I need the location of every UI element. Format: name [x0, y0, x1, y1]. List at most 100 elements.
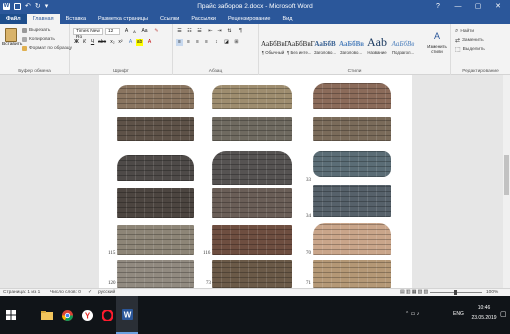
bullets-icon[interactable]: ☰ — [176, 28, 183, 35]
paste-button[interactable]: Вставить — [2, 28, 22, 47]
sort-icon[interactable]: ⇅ — [226, 28, 233, 35]
fence-image — [117, 225, 194, 255]
style-heading-2-name: Заголово... — [340, 50, 362, 55]
superscript-icon[interactable]: x² — [117, 39, 124, 46]
style-normal-name: ¶ Обычный — [261, 50, 285, 55]
item-number: 73 — [206, 281, 211, 286]
vertical-scrollbar[interactable] — [503, 75, 510, 288]
subscript-icon[interactable]: x₂ — [109, 39, 116, 46]
highlight-icon[interactable]: ab — [136, 39, 143, 46]
clear-format-icon[interactable]: ✎ — [153, 28, 160, 35]
tray-icons[interactable]: ⌃ ▭ ♪ — [405, 311, 419, 317]
copy-button[interactable]: Копировать — [22, 37, 55, 42]
underline-icon[interactable]: Ч — [89, 39, 96, 46]
taskbar-chrome[interactable] — [56, 296, 78, 334]
paragraph-group-label: Абзац — [208, 69, 223, 74]
taskbar-file-explorer[interactable] — [36, 296, 58, 334]
bold-icon[interactable]: Ж — [73, 39, 80, 46]
increase-indent-icon[interactable]: ⇥ — [216, 28, 223, 35]
cut-button[interactable]: Вырезать — [22, 28, 50, 33]
strikethrough-icon[interactable]: abc — [98, 39, 106, 46]
tab-references[interactable]: Ссылки — [154, 14, 185, 24]
ribbon: Вставить Вырезать Копировать Формат по о… — [0, 24, 510, 75]
grow-font-icon[interactable]: A — [123, 28, 130, 35]
text-effects-icon[interactable]: A — [127, 39, 134, 46]
style-heading-1[interactable]: АаБбВ Заголово... — [313, 38, 337, 62]
shading-icon[interactable]: ◪ — [223, 39, 230, 46]
windows-start-button[interactable] — [0, 296, 22, 334]
select-button[interactable]: ⬚ Выделить — [455, 46, 485, 53]
font-color-icon[interactable]: A — [146, 39, 153, 46]
scrollbar-thumb[interactable] — [504, 155, 509, 195]
item-number: 116 — [203, 251, 211, 256]
chrome-icon — [61, 309, 73, 321]
svg-text:W: W — [123, 310, 131, 319]
replace-icon: ⇄ — [455, 38, 461, 44]
tab-mailings[interactable]: Рассылки — [185, 14, 222, 24]
style-no-spacing[interactable]: АаБбВвГ ¶ Без инте... — [287, 38, 315, 62]
font-size-input[interactable]: 12 — [105, 28, 120, 35]
ribbon-tabs: Файл Главная Вставка Разметка страницы С… — [0, 13, 510, 24]
italic-icon[interactable]: К — [81, 39, 88, 46]
tab-home[interactable]: Главная — [26, 14, 60, 24]
format-painter-icon — [22, 46, 27, 51]
change-styles-button[interactable]: A Изменить стили — [425, 28, 449, 54]
zoom-slider-knob[interactable] — [454, 290, 457, 295]
borders-icon[interactable]: ⊞ — [233, 39, 240, 46]
align-center-icon[interactable]: ≡ — [185, 39, 192, 46]
style-title[interactable]: Aab Название — [365, 34, 389, 58]
font-group: Times New Ro 12 A A Aa ✎ Ж К Ч abc x₂ x²… — [70, 24, 173, 75]
notifications-icon[interactable]: ▢ — [500, 310, 507, 318]
taskbar-word[interactable]: W — [116, 296, 138, 334]
fence-image — [313, 151, 391, 177]
fence-image — [117, 188, 194, 218]
fence-image — [313, 260, 391, 288]
minimize-button[interactable]: — — [450, 0, 466, 13]
status-bar: Страница: 1 из 1 Число слов: 0 ✓ русский… — [0, 288, 510, 296]
tab-view[interactable]: Вид — [276, 14, 298, 24]
decrease-indent-icon[interactable]: ⇤ — [207, 28, 214, 35]
font-name-input[interactable]: Times New Ro — [73, 28, 103, 40]
find-label: Найти — [460, 29, 475, 34]
yandex-icon: Y — [81, 309, 93, 321]
line-spacing-icon[interactable]: ↕ — [213, 39, 220, 46]
cut-label: Вырезать — [29, 28, 51, 33]
item-number: 71 — [306, 281, 311, 286]
style-subtitle[interactable]: АаБбВв Подзагол... — [391, 38, 415, 62]
clock-time[interactable]: 10:46 — [471, 305, 497, 311]
style-subtitle-name: Подзагол... — [391, 50, 415, 55]
help-button[interactable]: ? — [430, 0, 446, 13]
clock-date[interactable]: 23.05.2019 — [471, 315, 497, 321]
fence-image — [117, 85, 194, 109]
keyboard-language[interactable]: ENG — [453, 311, 464, 317]
find-button[interactable]: ⌕ Найти — [455, 28, 474, 35]
tab-page-layout[interactable]: Разметка страницы — [92, 14, 154, 24]
shrink-font-icon[interactable]: A — [131, 28, 138, 35]
replace-button[interactable]: ⇄ Заменить — [455, 37, 484, 44]
align-right-icon[interactable]: ≡ — [194, 39, 201, 46]
replace-label: Заменить — [462, 38, 484, 43]
taskbar-opera[interactable] — [96, 296, 118, 334]
close-button[interactable]: ✕ — [490, 0, 506, 13]
editing-group: ⌕ Найти ⇄ Заменить ⬚ Выделить Редактировани… — [451, 24, 510, 75]
zoom-slider[interactable] — [430, 290, 482, 295]
change-case-icon[interactable]: Aa — [141, 28, 148, 35]
opera-icon — [101, 309, 113, 321]
show-marks-icon[interactable]: ¶ — [237, 28, 244, 35]
numbering-icon[interactable]: ☷ — [186, 28, 193, 35]
tab-review[interactable]: Рецензирование — [222, 14, 276, 24]
tab-file[interactable]: Файл — [0, 14, 27, 24]
align-left-icon[interactable]: ≡ — [176, 39, 183, 46]
multilevel-list-icon[interactable]: ☱ — [196, 28, 203, 35]
format-painter-button[interactable]: Формат по образцу — [22, 46, 72, 51]
style-subtitle-sample: АаБбВв — [391, 40, 415, 48]
taskbar-yandex[interactable]: Y — [76, 296, 98, 334]
style-heading-2[interactable]: АаБбВв Заголово... — [339, 38, 364, 62]
justify-icon[interactable]: ≡ — [203, 39, 210, 46]
tab-insert[interactable]: Вставка — [60, 14, 92, 24]
document-page[interactable]: 33 34 70 115 116 120 73 71 — [99, 75, 412, 288]
maximize-button[interactable]: ▢ — [470, 0, 486, 13]
search-icon: ⌕ — [455, 28, 459, 34]
style-normal[interactable]: АаБбВвГ ¶ Обычный — [261, 38, 289, 62]
select-label: Выделить — [462, 47, 485, 52]
